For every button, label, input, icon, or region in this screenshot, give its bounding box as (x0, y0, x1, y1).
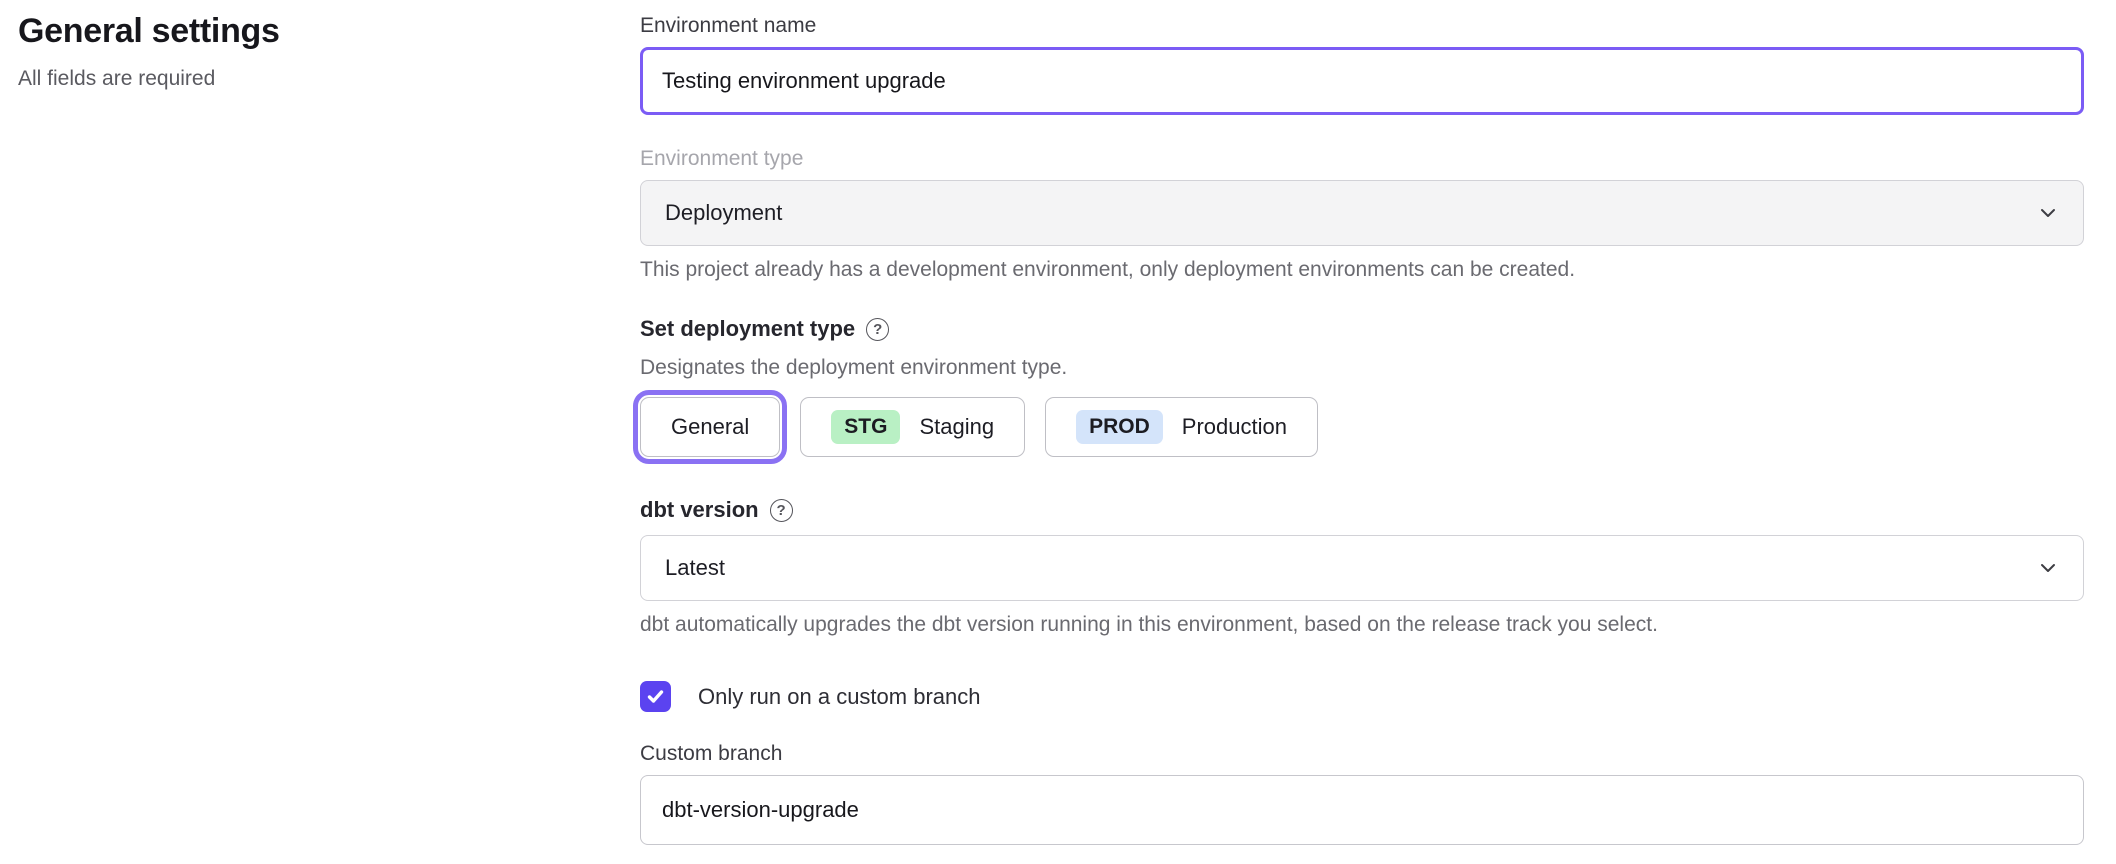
deployment-type-general-label: General (671, 414, 749, 440)
production-badge: PROD (1076, 410, 1163, 444)
dbt-version-heading: dbt version ? (640, 497, 2084, 523)
custom-branch-input[interactable] (640, 775, 2084, 845)
dbt-version-helper: dbt automatically upgrades the dbt versi… (640, 613, 2084, 637)
chevron-down-icon (2037, 202, 2059, 224)
environment-type-helper: This project already has a development e… (640, 258, 2084, 282)
deployment-type-description: Designates the deployment environment ty… (640, 356, 2084, 380)
dbt-version-heading-text: dbt version (640, 497, 759, 523)
deployment-type-staging-label: Staging (919, 414, 994, 440)
environment-settings-form: Environment name Environment type Deploy… (640, 14, 2084, 845)
dbt-version-select[interactable]: Latest (640, 535, 2084, 601)
help-question-icon[interactable]: ? (866, 318, 889, 341)
environment-type-value: Deployment (665, 200, 782, 226)
page-subtitle: All fields are required (18, 67, 578, 91)
checkmark-icon (646, 687, 665, 706)
custom-branch-checkbox-row[interactable]: Only run on a custom branch (640, 681, 2084, 712)
custom-branch-checkbox[interactable] (640, 681, 671, 712)
help-question-icon[interactable]: ? (770, 499, 793, 522)
intro-section: General settings All fields are required (18, 12, 578, 91)
deployment-type-options: General STG Staging PROD Production (640, 397, 2084, 457)
environment-name-input[interactable] (640, 47, 2084, 115)
staging-badge: STG (831, 410, 900, 444)
chevron-down-icon (2037, 557, 2059, 579)
deployment-type-heading-text: Set deployment type (640, 316, 855, 342)
custom-branch-checkbox-label: Only run on a custom branch (698, 684, 980, 710)
dbt-version-value: Latest (665, 555, 725, 581)
environment-name-label: Environment name (640, 14, 2084, 38)
deployment-type-staging-button[interactable]: STG Staging (800, 397, 1025, 457)
custom-branch-label: Custom branch (640, 742, 2084, 766)
deployment-type-production-button[interactable]: PROD Production (1045, 397, 1318, 457)
environment-type-label: Environment type (640, 147, 2084, 171)
deployment-type-general-button[interactable]: General (640, 397, 780, 457)
page-title: General settings (18, 12, 578, 51)
environment-type-select[interactable]: Deployment (640, 180, 2084, 246)
deployment-type-heading: Set deployment type ? (640, 316, 2084, 342)
deployment-type-production-label: Production (1182, 414, 1287, 440)
